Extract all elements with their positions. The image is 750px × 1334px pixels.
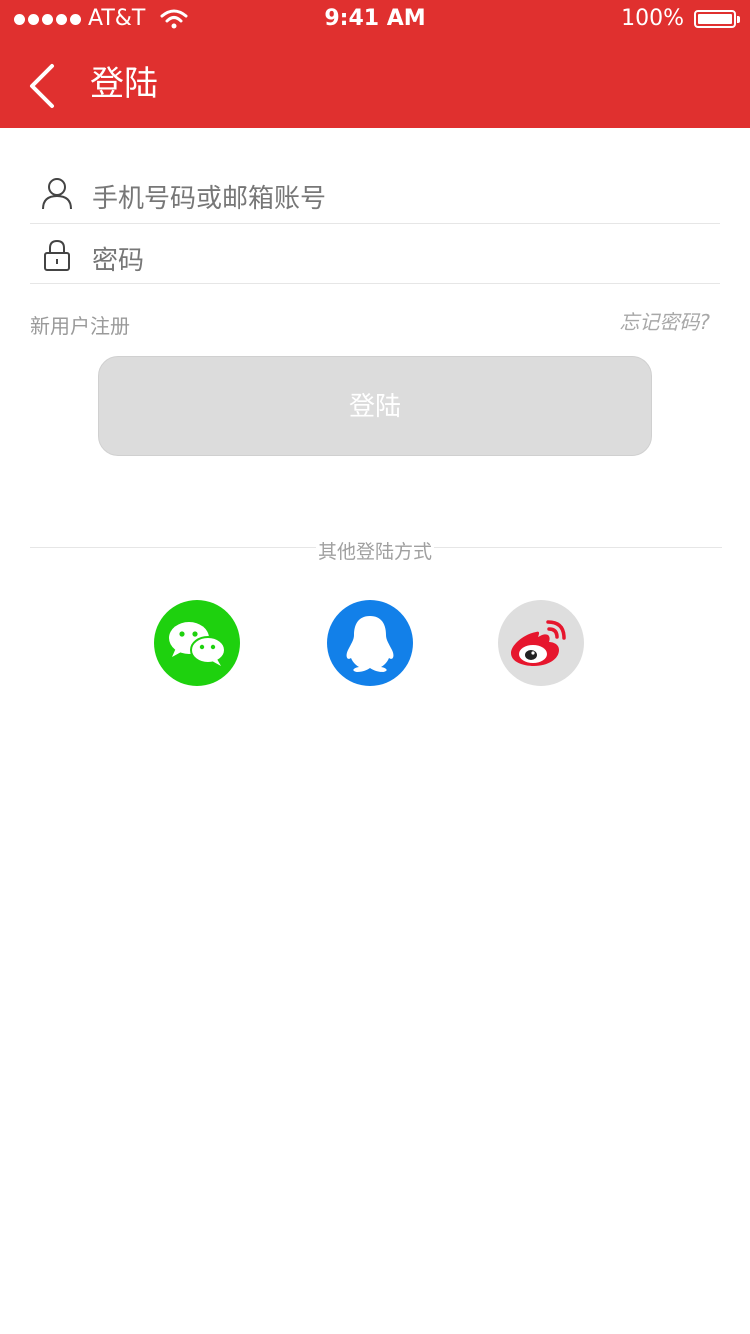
other-login-label: 其他登陆方式 [315,541,434,563]
password-input[interactable]: 密码 [92,240,144,277]
qq-login-button[interactable] [327,600,413,686]
register-link[interactable]: 新用户注册 [30,310,130,339]
user-icon [42,178,72,210]
nav-header: AT&T 9:41 AM 100% 登陆 [0,0,750,128]
weibo-icon [511,620,566,666]
wechat-icon [169,622,226,666]
account-input[interactable]: 手机号码或邮箱账号 [92,178,326,215]
login-button[interactable]: 登陆 [98,356,652,456]
lock-icon [44,239,70,271]
qq-icon [346,616,394,672]
account-field[interactable]: 手机号码或邮箱账号 [30,160,720,224]
status-bar: AT&T 9:41 AM 100% [0,0,750,40]
wechat-login-button[interactable] [154,600,240,686]
battery-icon [694,10,740,28]
forgot-password-link[interactable]: 忘记密码? [619,306,710,335]
password-field[interactable]: 密码 [30,224,720,284]
weibo-login-button[interactable] [498,600,584,686]
back-arrow-icon[interactable] [24,62,64,110]
battery-percentage: 100% [621,6,684,31]
page-title: 登陆 [90,64,158,104]
